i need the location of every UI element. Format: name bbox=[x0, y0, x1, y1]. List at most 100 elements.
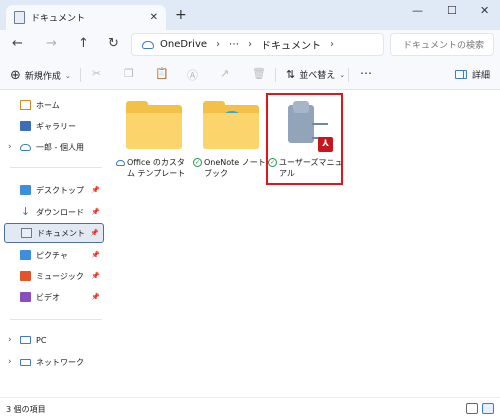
folder-office-templates[interactable]: Office のカスタム テンプレート bbox=[116, 99, 192, 189]
cut-icon[interactable]: ✂ bbox=[92, 67, 101, 80]
title-bar: ドキュメント ✕ + — ☐ ✕ bbox=[0, 0, 500, 30]
search-input[interactable]: ドキュメントの検索 bbox=[390, 33, 494, 56]
sidebar-item-documents[interactable]: ドキュメント 📌 bbox=[4, 223, 104, 243]
download-icon: ↓ bbox=[20, 205, 31, 218]
documents-icon bbox=[14, 11, 25, 24]
maximize-button[interactable]: ☐ bbox=[447, 4, 457, 17]
sidebar-item-label: ドキュメント bbox=[37, 228, 85, 238]
expand-icon[interactable]: › bbox=[8, 335, 12, 345]
delete-icon[interactable]: 🗑 bbox=[252, 67, 266, 80]
synced-status-icon: ✓ bbox=[193, 158, 202, 167]
file-name: OneNote ノートブック bbox=[204, 158, 266, 178]
pin-icon: 📌 bbox=[91, 293, 100, 301]
sidebar-item-label: PC bbox=[36, 335, 47, 345]
breadcrumb-separator: › bbox=[216, 39, 221, 50]
sort-label: 並べ替え bbox=[299, 71, 336, 81]
pin-icon: 📌 bbox=[91, 272, 100, 280]
sidebar-item-videos[interactable]: ビデオ 📌 bbox=[4, 287, 104, 307]
divider bbox=[10, 167, 102, 168]
pin-icon: 📌 bbox=[90, 229, 99, 237]
sidebar-item-label: ピクチャ bbox=[36, 250, 68, 260]
gallery-icon bbox=[20, 121, 31, 131]
more-options-button[interactable]: ⋯ bbox=[360, 66, 372, 80]
sidebar-item-label: ネットワーク bbox=[36, 357, 84, 367]
chevron-down-icon: ⌄ bbox=[64, 71, 71, 80]
rename-icon[interactable]: Ⓐ bbox=[187, 67, 198, 83]
tab-title: ドキュメント bbox=[31, 14, 86, 24]
breadcrumb-documents[interactable]: ドキュメント bbox=[261, 37, 321, 52]
item-count: 3 個の項目 bbox=[6, 405, 46, 414]
onedrive-icon bbox=[20, 143, 31, 151]
pdf-icon: ⅄ bbox=[318, 137, 333, 152]
sidebar-item-label: ホーム bbox=[36, 100, 60, 110]
expand-icon[interactable]: › bbox=[8, 357, 12, 367]
pin-icon: 📌 bbox=[91, 208, 100, 216]
command-bar: ⊕ 新規作成 ⌄ ✂ ❐ 📋 Ⓐ ↗ 🗑 ⇅ 並べ替え ⌄ ⋯ 詳細 bbox=[0, 60, 500, 90]
navigation-pane: ホーム ギャラリー › 一郎 - 個人用 デスクトップ 📌 ↓ ダウンロード 📌… bbox=[0, 91, 110, 397]
minimize-button[interactable]: — bbox=[412, 4, 423, 17]
sidebar-item-network[interactable]: › ネットワーク bbox=[4, 352, 104, 372]
sidebar-item-label: ダウンロード bbox=[36, 207, 84, 217]
new-label: 新規作成 bbox=[24, 72, 61, 82]
sidebar-item-label: 一郎 - 個人用 bbox=[36, 142, 84, 152]
pictures-icon bbox=[20, 250, 31, 260]
cloud-status-icon bbox=[116, 160, 125, 166]
pin-icon: 📌 bbox=[91, 186, 100, 194]
paste-icon[interactable]: 📋 bbox=[155, 67, 169, 80]
close-button[interactable]: ✕ bbox=[480, 4, 489, 17]
large-icons-view-icon[interactable] bbox=[482, 403, 494, 414]
details-button[interactable]: 詳細 bbox=[455, 68, 490, 81]
file-list: Office のカスタム テンプレート ✓ OneNote ノートブック ⅄ ✓… bbox=[110, 91, 500, 397]
breadcrumb-separator: › bbox=[248, 39, 253, 50]
videos-icon bbox=[20, 292, 31, 302]
divider bbox=[348, 68, 349, 82]
expand-icon[interactable]: › bbox=[8, 142, 12, 152]
documents-icon bbox=[21, 228, 32, 238]
sort-button[interactable]: ⇅ 並べ替え ⌄ bbox=[286, 68, 345, 81]
refresh-button[interactable]: ↻ bbox=[108, 36, 119, 51]
breadcrumb-onedrive[interactable]: OneDrive bbox=[160, 39, 207, 50]
home-icon bbox=[20, 100, 31, 110]
onedrive-icon bbox=[142, 40, 154, 49]
sidebar-item-downloads[interactable]: ↓ ダウンロード 📌 bbox=[4, 202, 104, 222]
folder-icon bbox=[122, 99, 186, 151]
sidebar-item-onedrive[interactable]: › 一郎 - 個人用 bbox=[4, 137, 104, 157]
tab-close-icon[interactable]: ✕ bbox=[150, 12, 158, 23]
network-icon bbox=[20, 358, 31, 366]
up-button[interactable]: ↑ bbox=[78, 36, 89, 51]
breadcrumb-separator: › bbox=[330, 39, 335, 50]
file-users-manual[interactable]: ⅄ bbox=[278, 97, 334, 152]
file-name: Office のカスタム テンプレート bbox=[127, 158, 186, 178]
new-button[interactable]: ⊕ 新規作成 ⌄ bbox=[10, 68, 71, 83]
address-bar[interactable]: OneDrive › ⋯ › ドキュメント › bbox=[131, 33, 384, 56]
pin-icon: 📌 bbox=[91, 251, 100, 259]
sidebar-item-desktop[interactable]: デスクトップ 📌 bbox=[4, 180, 104, 200]
sidebar-item-label: ビデオ bbox=[36, 292, 60, 302]
pc-icon bbox=[20, 336, 31, 344]
copy-icon[interactable]: ❐ bbox=[124, 67, 134, 80]
new-tab-button[interactable]: + bbox=[175, 7, 187, 23]
details-view-icon[interactable] bbox=[466, 403, 478, 414]
music-icon bbox=[20, 271, 31, 281]
add-icon: ⊕ bbox=[10, 68, 21, 83]
breadcrumb-ellipsis[interactable]: ⋯ bbox=[229, 39, 239, 50]
sidebar-item-music[interactable]: ミュージック 📌 bbox=[4, 266, 104, 286]
share-icon[interactable]: ↗ bbox=[220, 67, 229, 80]
back-button[interactable]: ← bbox=[12, 36, 23, 51]
sidebar-item-home[interactable]: ホーム bbox=[4, 95, 104, 115]
sidebar-item-pictures[interactable]: ピクチャ 📌 bbox=[4, 245, 104, 265]
sidebar-item-label: デスクトップ bbox=[36, 185, 84, 195]
status-bar: 3 個の項目 bbox=[0, 397, 500, 418]
sidebar-item-gallery[interactable]: ギャラリー bbox=[4, 116, 104, 136]
sidebar-item-pc[interactable]: › PC bbox=[4, 330, 104, 350]
forward-button[interactable]: → bbox=[46, 36, 57, 51]
details-pane-icon bbox=[455, 70, 467, 79]
sidebar-item-label: ミュージック bbox=[36, 271, 84, 281]
desktop-icon bbox=[20, 185, 31, 195]
chevron-down-icon: ⌄ bbox=[339, 70, 346, 79]
file-label: ✓ OneNote ノートブック bbox=[193, 157, 269, 179]
folder-onenote-notebook[interactable]: ✓ OneNote ノートブック bbox=[193, 99, 269, 189]
tab-documents[interactable]: ドキュメント ✕ bbox=[6, 5, 166, 30]
details-label: 詳細 bbox=[472, 71, 491, 81]
divider bbox=[10, 319, 102, 320]
